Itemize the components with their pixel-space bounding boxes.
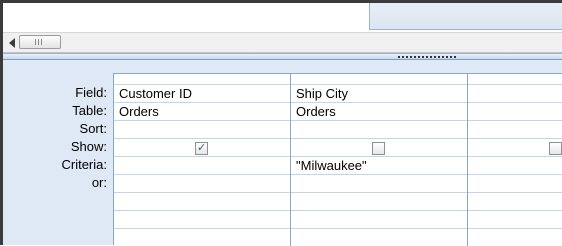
scroll-left-arrow-icon[interactable] [9, 38, 15, 48]
table-cell-1[interactable]: Orders [114, 103, 289, 121]
show-checkbox-2[interactable] [372, 142, 385, 155]
row-divider [114, 210, 562, 211]
row-label-sort: Sort: [79, 121, 107, 136]
field-cell-3[interactable] [468, 85, 562, 103]
scrollbar-thumb[interactable] [19, 35, 61, 49]
sort-cell-1[interactable] [114, 121, 289, 139]
table-cell-3[interactable] [468, 103, 562, 121]
row-label-show: Show: [70, 139, 107, 154]
row-divider [114, 192, 562, 193]
row-divider [114, 228, 562, 229]
criteria-cell-2[interactable]: "Milwaukee" [291, 157, 466, 175]
field-cell-2[interactable]: Ship City [291, 85, 466, 103]
horizontal-scrollbar[interactable] [3, 32, 562, 53]
column-selector-strip[interactable] [114, 74, 562, 84]
row-label-criteria: Criteria: [61, 157, 107, 172]
sort-cell-2[interactable] [291, 121, 466, 139]
field-cell-1[interactable]: Customer ID [114, 85, 289, 103]
pane-splitter[interactable] [3, 53, 562, 60]
row-labels: Field: Table: Sort: Show: Criteria: or: [3, 84, 111, 192]
show-checkbox-1[interactable]: ✓ [195, 142, 208, 155]
table-field-list-edge[interactable] [369, 3, 562, 30]
checkmark-icon: ✓ [197, 141, 207, 154]
row-label-table: Table: [72, 103, 107, 118]
splitter-grip-icon [398, 56, 456, 58]
row-label-field: Field: [75, 85, 107, 100]
table-cell-2[interactable]: Orders [291, 103, 466, 121]
row-label-or: or: [91, 175, 107, 190]
criteria-cell-1[interactable] [114, 157, 289, 175]
grip-icon [35, 39, 44, 45]
query-design-grid: Customer ID Orders ✓ Ship City Orders "M… [113, 73, 562, 246]
show-checkbox-3[interactable] [549, 142, 562, 155]
